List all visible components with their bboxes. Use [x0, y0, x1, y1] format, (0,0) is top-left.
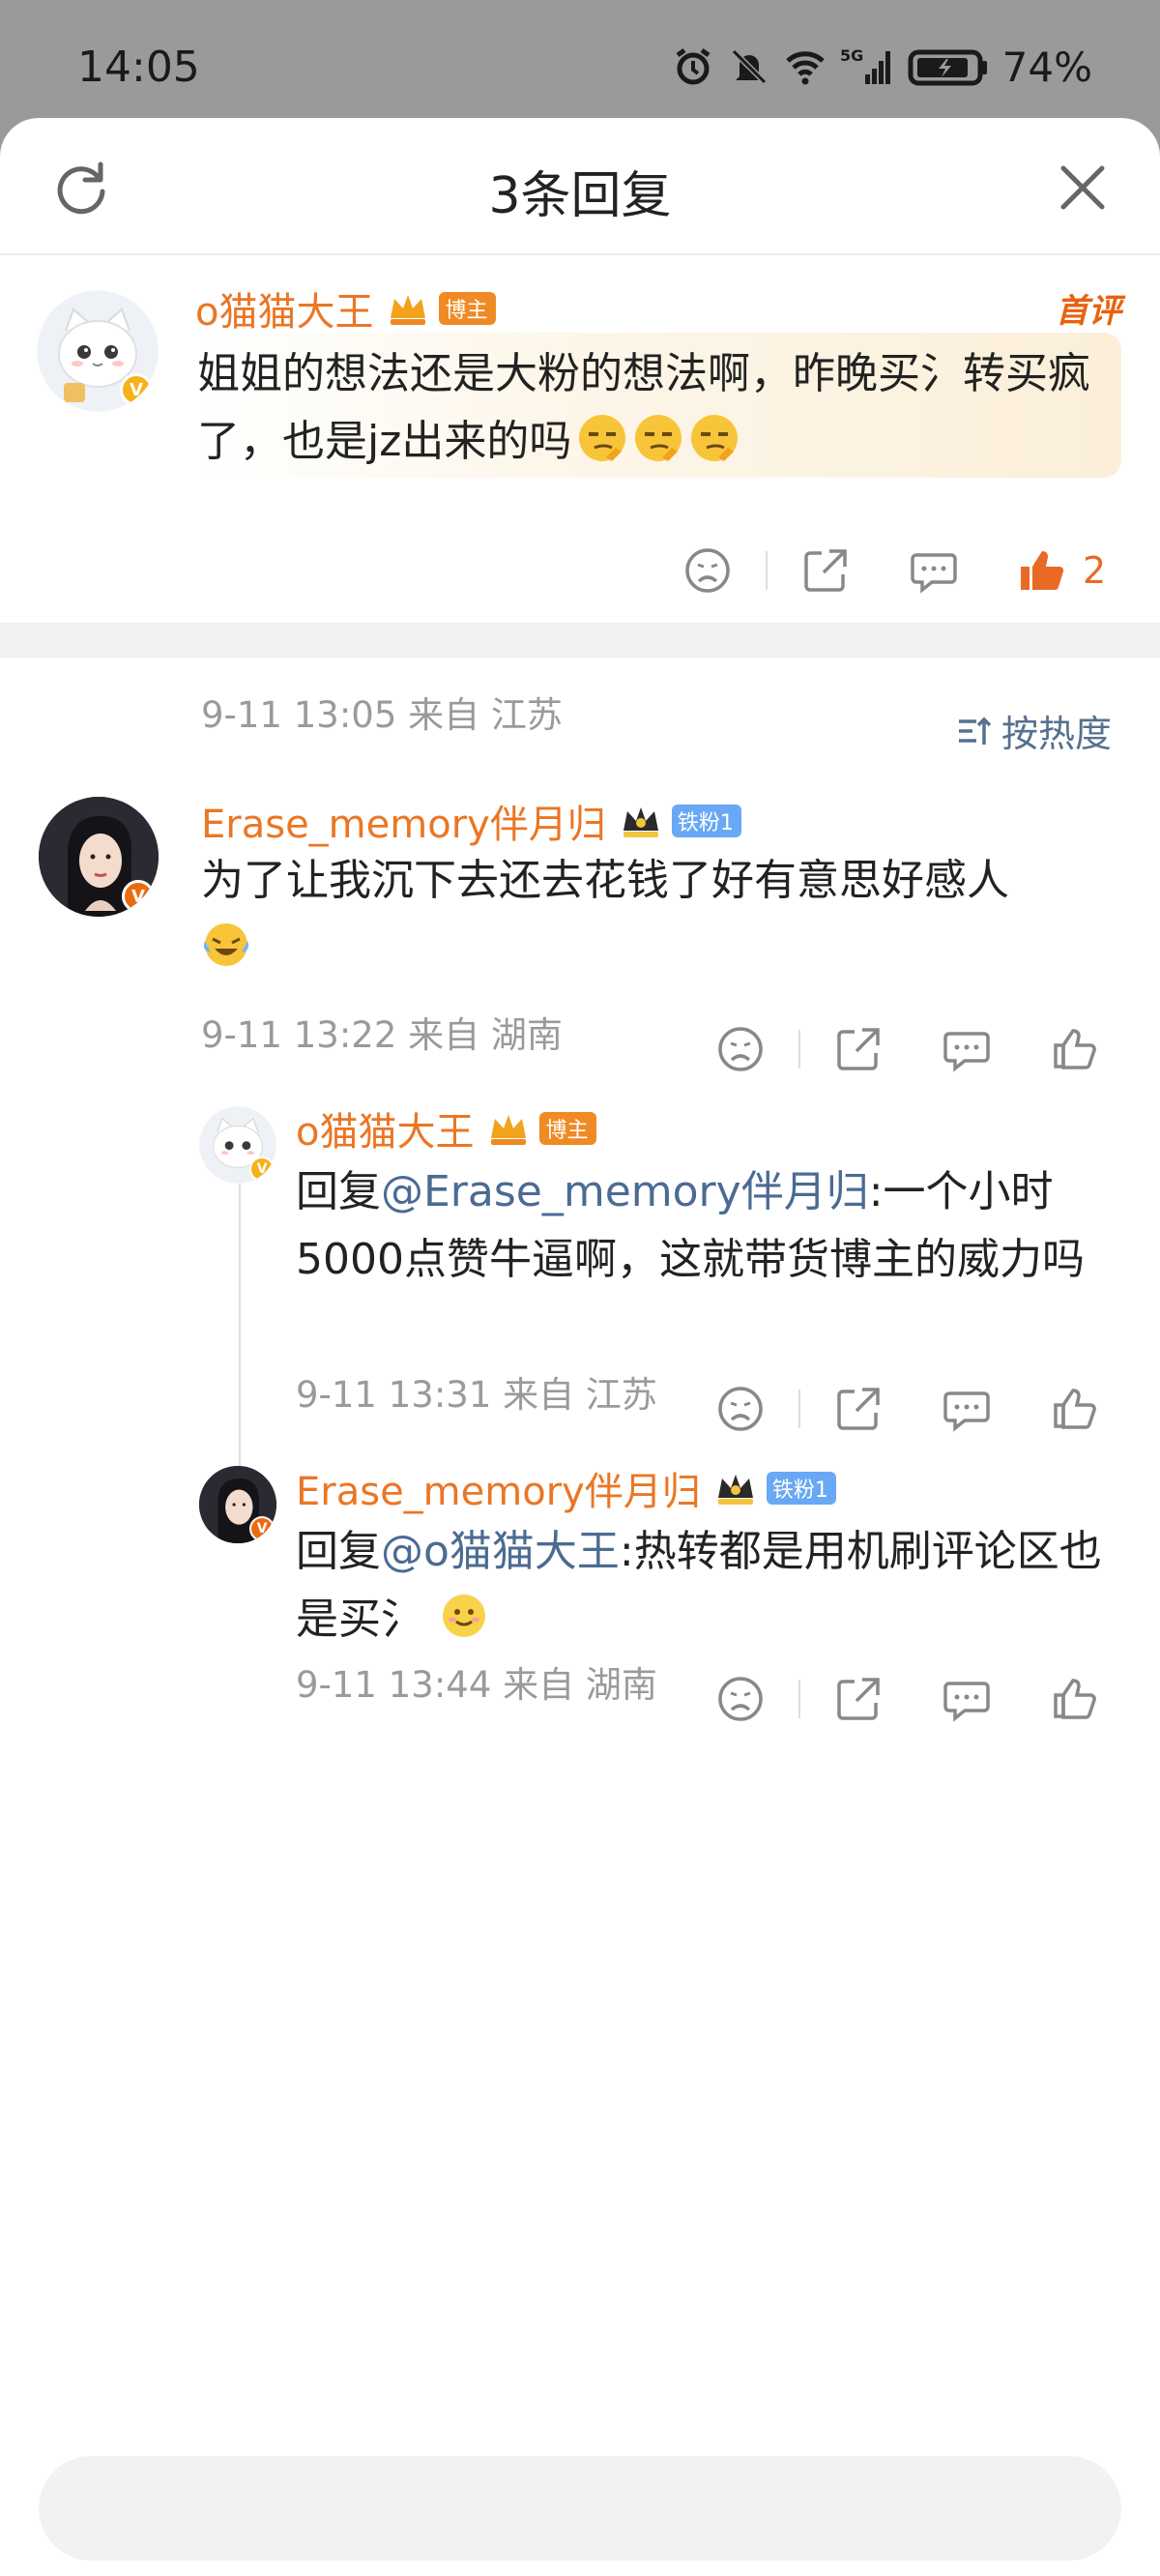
smile-emoji-icon — [443, 1595, 485, 1637]
blogger-tag: 博主 — [439, 292, 496, 325]
comment-meta-row: 9-11 13:22 来自 湖南 — [201, 1006, 563, 1058]
action-divider — [766, 551, 768, 590]
status-bar: 14:05 5G 74% — [0, 0, 1160, 126]
reply-prefix: 回复 — [296, 1167, 381, 1216]
comment-icon[interactable] — [942, 1384, 992, 1434]
comment-username-row[interactable]: Erase_memory伴月归 铁粉1 — [201, 793, 741, 849]
reply-meta-row: 9-11 13:31 来自 江苏 — [296, 1365, 657, 1418]
verified-badge-icon: V — [120, 373, 153, 406]
dislike-face-icon[interactable] — [715, 1024, 766, 1074]
alarm-icon — [676, 47, 710, 85]
thumbs-up-icon[interactable] — [1050, 1384, 1100, 1434]
action-divider — [798, 1030, 800, 1068]
blogger-tag: 博主 — [539, 1112, 596, 1145]
username[interactable]: Erase_memory伴月归 — [201, 793, 606, 849]
dislike-face-icon[interactable] — [715, 1384, 766, 1434]
close-icon[interactable] — [1054, 159, 1112, 217]
comment-date: 9-11 13:44 — [296, 1664, 492, 1706]
comment-date: 9-11 13:22 — [201, 1014, 397, 1056]
like-count: 2 — [1083, 549, 1107, 592]
thumbs-up-icon[interactable] — [1050, 1024, 1100, 1074]
reply-prefix: 回复 — [296, 1527, 381, 1576]
share-icon[interactable] — [800, 545, 851, 596]
dislike-face-icon[interactable] — [682, 545, 733, 596]
comment-actions — [715, 1024, 1100, 1074]
thumbs-up-icon — [1021, 551, 1064, 591]
avatar[interactable]: V — [199, 1106, 276, 1184]
thumbs-up-icon[interactable] — [1050, 1674, 1100, 1724]
comment-text[interactable]: 为了让我沉下去还去花钱了好有意思好感人 — [201, 847, 1129, 982]
reply-actions — [715, 1384, 1100, 1434]
battery-percent: 74% — [1001, 43, 1092, 91]
action-divider — [798, 1390, 800, 1428]
avatar[interactable]: V — [39, 797, 159, 917]
mention-link[interactable]: @o猫猫大王 — [381, 1527, 620, 1576]
reply-username-row[interactable]: o猫猫大王 博主 — [296, 1100, 596, 1156]
verified-badge-icon: V — [249, 1156, 275, 1182]
status-time: 14:05 — [77, 43, 200, 92]
share-icon[interactable] — [833, 1024, 884, 1074]
crown-icon — [717, 1475, 753, 1505]
comment-date: 9-11 13:31 — [296, 1374, 492, 1416]
mute-bell-icon — [731, 48, 767, 85]
mention-link[interactable]: @Erase_memory伴月归 — [381, 1167, 869, 1216]
share-icon[interactable] — [833, 1674, 884, 1724]
crown-icon — [391, 295, 426, 325]
fan-level-tag: 铁粉1 — [671, 805, 741, 837]
svg-text:5G: 5G — [840, 46, 863, 65]
fan-level-tag: 铁粉1 — [766, 1472, 836, 1505]
sort-label: 按热度 — [1000, 713, 1112, 755]
signal-5g-icon: 5G — [840, 46, 890, 84]
comment-body: 为了让我沉下去还去花钱了好有意思好感人 — [201, 856, 1009, 905]
comment-text[interactable]: 姐姐的想法还是大粉的想法啊，昨晚买氵转买疯了，也是jz出来的吗 — [197, 340, 1125, 476]
sheet-header: 3条回复 — [0, 118, 1160, 255]
action-divider — [798, 1680, 800, 1718]
comment-icon[interactable] — [942, 1674, 992, 1724]
share-icon[interactable] — [833, 1384, 884, 1434]
comment-list: V Erase_memory伴月归 铁粉1 为了让我沉下去还去花钱了好有意思好感… — [0, 774, 1160, 1934]
sort-bar: 按热度 — [0, 658, 1160, 774]
root-actions: 2 — [682, 545, 1106, 596]
comment-location: 来自 湖南 — [408, 1014, 563, 1056]
wifi-icon — [785, 51, 825, 85]
smirk-emoji-icon — [579, 415, 626, 461]
comment-location: 来自 江苏 — [503, 1374, 657, 1416]
crown-icon — [491, 1115, 527, 1145]
smirk-emoji-icon — [691, 415, 739, 461]
username[interactable]: o猫猫大王 — [195, 280, 373, 337]
section-divider — [0, 623, 1160, 658]
comment-icon[interactable] — [942, 1024, 992, 1074]
comment-location: 来自 湖南 — [503, 1664, 657, 1706]
reply-username-row[interactable]: Erase_memory伴月归 铁粉1 — [296, 1460, 836, 1516]
reply-meta-row: 9-11 13:44 来自 湖南 — [296, 1655, 657, 1708]
laugh-cry-emoji-icon — [203, 923, 249, 966]
verified-badge-icon: V — [249, 1516, 275, 1541]
sort-button[interactable]: 按热度 — [955, 704, 1112, 757]
username[interactable]: Erase_memory伴月归 — [296, 1460, 701, 1516]
battery-icon — [908, 49, 987, 86]
crown-icon — [623, 807, 658, 837]
comment-icon[interactable] — [909, 545, 959, 596]
dislike-face-icon[interactable] — [715, 1674, 766, 1724]
like-button[interactable]: 2 — [1017, 545, 1106, 596]
reply-input[interactable] — [39, 2456, 1121, 2561]
reply-sheet: 3条回复 V o猫猫大王 博主 首评 姐姐的想法还是大粉的想法啊，昨晚买氵转买疯… — [0, 118, 1160, 2576]
avatar[interactable]: V — [37, 290, 159, 412]
root-username-row[interactable]: o猫猫大王 博主 — [195, 280, 496, 337]
sheet-title: 3条回复 — [488, 167, 672, 225]
username[interactable]: o猫猫大王 — [296, 1100, 474, 1156]
reply-actions — [715, 1674, 1100, 1724]
sort-icon — [958, 717, 992, 745]
first-comment-badge: 首评 — [1056, 292, 1121, 331]
reply-text[interactable]: 回复@Erase_memory伴月归:一个小时5000点赞牛逼啊，这就带货博主的… — [296, 1158, 1127, 1294]
reply-text[interactable]: 回复@o猫猫大王:热转都是用机刷评论区也是买氵 — [296, 1518, 1127, 1654]
status-icons: 5G 74% — [672, 43, 1092, 91]
verified-badge-icon: V — [122, 880, 155, 913]
smirk-emoji-icon — [635, 415, 682, 461]
avatar[interactable]: V — [199, 1466, 276, 1543]
